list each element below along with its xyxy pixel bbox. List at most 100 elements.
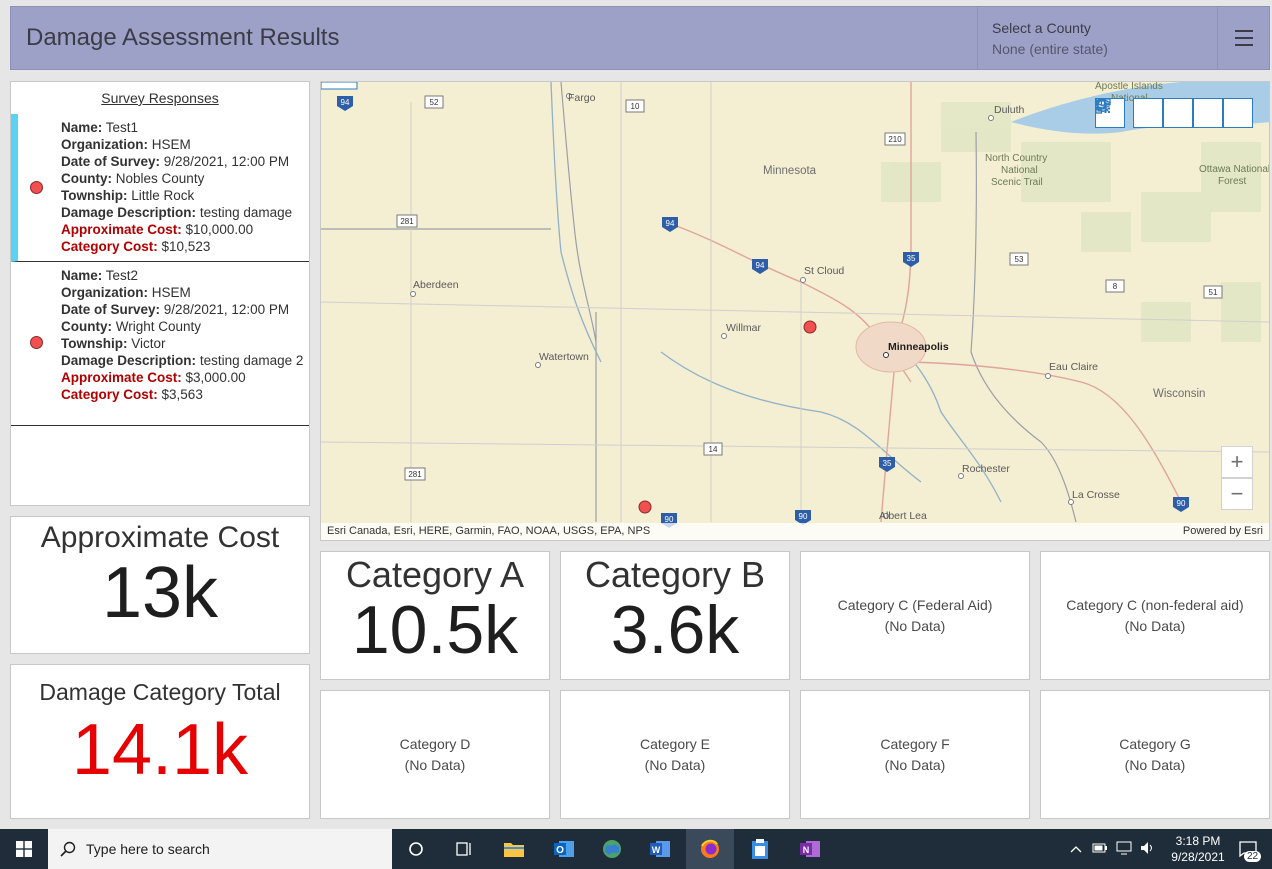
svg-text:N: N [803, 845, 810, 855]
svg-text:O: O [556, 845, 564, 856]
zoom-controls: + − [1221, 446, 1253, 510]
svg-text:281: 281 [400, 217, 414, 226]
map-attribution: Esri Canada, Esri, HERE, Garmin, FAO, NO… [321, 523, 1269, 540]
file-explorer-icon[interactable] [490, 829, 538, 869]
firefox-icon[interactable] [686, 829, 734, 869]
svg-text:94: 94 [666, 219, 675, 228]
indicator-value: (No Data) [404, 756, 466, 773]
indicator-value: (No Data) [644, 756, 706, 773]
indicator-title: Category A [345, 554, 525, 595]
volume-icon[interactable] [1140, 841, 1156, 858]
globe-app-icon[interactable] [588, 829, 636, 869]
svg-text:Apostle Islands: Apostle Islands [1095, 82, 1163, 92]
svg-text:Minnesota: Minnesota [763, 165, 817, 177]
chevron-up-icon[interactable] [1070, 842, 1082, 856]
network-icon[interactable] [1116, 841, 1132, 858]
zoom-out-button[interactable]: − [1221, 478, 1253, 510]
outlook-icon[interactable]: O [540, 829, 588, 869]
list-item[interactable]: Name: Test2 Organization: HSEM Date of S… [11, 262, 309, 426]
search-placeholder: Type here to search [86, 841, 210, 857]
damage-point-marker[interactable] [638, 500, 652, 514]
point-marker-icon [30, 181, 43, 194]
system-tray [1070, 829, 1156, 869]
word-icon[interactable]: W [636, 829, 684, 869]
svg-text:Albert Lea: Albert Lea [879, 510, 927, 522]
svg-text:210: 210 [888, 135, 902, 144]
layers-icon[interactable] [1095, 98, 1223, 128]
hamburger-menu-icon[interactable] [1217, 7, 1269, 69]
svg-text:51: 51 [1209, 288, 1218, 297]
svg-text:Forest: Forest [1218, 176, 1247, 187]
svg-text:94: 94 [756, 261, 765, 270]
search-icon [60, 841, 76, 857]
onenote-icon[interactable]: N [786, 829, 834, 869]
category-g-indicator: Category G (No Data) [1040, 690, 1270, 819]
zoom-in-button[interactable]: + [1221, 446, 1253, 478]
task-view-icon[interactable] [440, 829, 488, 869]
indicator-value: 10.5k [351, 592, 519, 668]
svg-text:Watertown: Watertown [539, 351, 589, 363]
legend-icon[interactable] [1096, 98, 1193, 128]
svg-text:94: 94 [341, 98, 350, 107]
svg-text:35: 35 [883, 459, 892, 468]
svg-text:Ottawa National: Ottawa National [1199, 164, 1270, 175]
svg-text:Scenic Trail: Scenic Trail [991, 177, 1043, 188]
indicator-title: Category C (non-federal aid) [1066, 596, 1244, 613]
indicator-title: Category G [1119, 735, 1191, 752]
category-e-indicator: Category E (No Data) [560, 690, 790, 819]
windows-start-icon[interactable] [0, 829, 48, 869]
app-header: Damage Assessment Results Select a Count… [10, 6, 1270, 70]
basemap-gallery-icon[interactable] [1095, 98, 1253, 128]
battery-icon[interactable] [1092, 842, 1108, 856]
point-marker-icon [30, 336, 43, 349]
svg-text:St Cloud: St Cloud [804, 265, 844, 277]
taskbar-clock[interactable]: 3:18 PM 9/28/2021 [1163, 833, 1233, 865]
notification-count: 22 [1244, 851, 1262, 862]
county-selector-label: Select a County [992, 20, 1091, 36]
svg-text:53: 53 [1015, 255, 1024, 264]
svg-text:W: W [652, 845, 661, 855]
indicator-value: (No Data) [884, 617, 946, 634]
indicator-title: Category D [399, 735, 471, 752]
list-item[interactable]: Name: Test1 Organization: HSEM Date of S… [11, 114, 309, 262]
svg-text:Wisconsin: Wisconsin [1153, 388, 1205, 400]
indicator-value: (No Data) [884, 756, 946, 773]
svg-text:Willmar: Willmar [726, 322, 761, 334]
svg-text:35: 35 [907, 254, 916, 263]
svg-text:10: 10 [631, 102, 640, 111]
clock-date: 9/28/2021 [1171, 850, 1225, 864]
svg-text:Aberdeen: Aberdeen [413, 279, 459, 291]
indicator-title: Category E [639, 735, 711, 752]
powered-by-esri[interactable]: Powered by Esri [1183, 525, 1263, 537]
cortana-icon[interactable] [392, 829, 440, 869]
notification-center-icon[interactable]: 22 [1238, 829, 1262, 869]
svg-text:Rochester: Rochester [962, 463, 1010, 475]
category-b-indicator: Category B 3.6k [560, 551, 790, 680]
indicator-title: Category C (Federal Aid) [837, 596, 993, 613]
app-title: Damage Assessment Results [26, 24, 340, 51]
county-selector-value: None (entire state) [992, 41, 1108, 57]
svg-text:La Crosse: La Crosse [1072, 489, 1120, 501]
map-view[interactable]: Fargo Duluth Minnesota North Country Nat… [320, 81, 1270, 541]
indicator-title: Damage Category Total [39, 679, 281, 705]
category-a-indicator: Category A 10.5k [320, 551, 550, 680]
svg-text:90: 90 [799, 512, 808, 521]
basemap: Fargo Duluth Minnesota North Country Nat… [321, 82, 1270, 528]
survey-responses-list: Survey Responses Name: Test1 Organizatio… [10, 81, 310, 506]
svg-text:90: 90 [1177, 499, 1186, 508]
svg-text:8: 8 [1113, 282, 1118, 291]
svg-text:52: 52 [430, 98, 439, 107]
clock-time: 3:18 PM [1175, 834, 1221, 848]
home-icon[interactable] [1095, 98, 1163, 128]
damage-point-marker[interactable] [803, 320, 817, 334]
windows-taskbar: Type here to search O W N 3:18 PM 9/28/2… [0, 829, 1272, 869]
svg-text:14: 14 [709, 445, 718, 454]
county-selector[interactable]: Select a County None (entire state) [977, 7, 1217, 69]
category-c-federal-indicator: Category C (Federal Aid) (No Data) [800, 551, 1030, 680]
svg-text:National: National [1001, 165, 1038, 176]
indicator-value: (No Data) [1124, 617, 1186, 634]
svg-text:281: 281 [408, 470, 422, 479]
clipboard-app-icon[interactable] [736, 829, 784, 869]
damage-category-total-indicator: Damage Category Total 14.1k [10, 664, 310, 819]
taskbar-search-box[interactable]: Type here to search [48, 829, 392, 869]
